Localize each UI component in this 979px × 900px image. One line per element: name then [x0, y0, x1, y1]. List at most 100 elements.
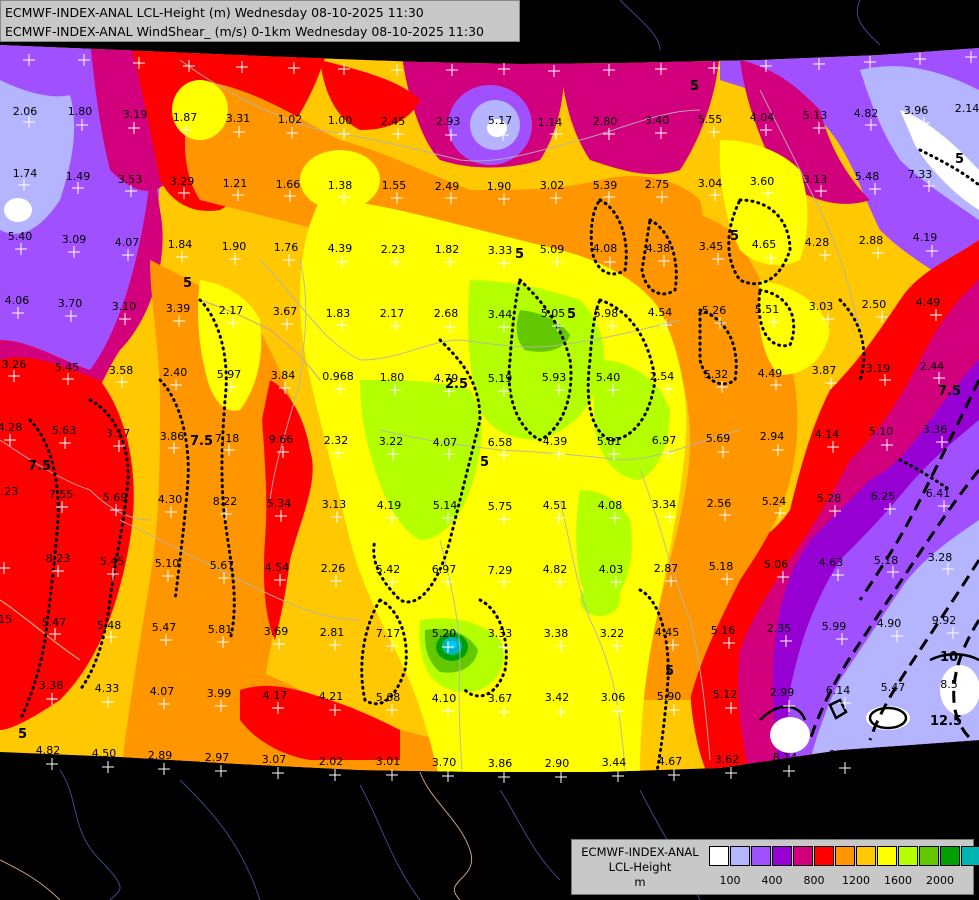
grid-value-label: 2.87 [654, 562, 679, 575]
grid-value-label: 2.45 [381, 115, 406, 128]
grid-value-label: 3.22 [600, 627, 625, 640]
grid-value-label: 4.14 [815, 428, 840, 441]
grid-value-label: 4.49 [916, 296, 941, 309]
grid-value-label: 3.53 [118, 173, 143, 186]
grid-value-label: 4.19 [377, 499, 402, 512]
grid-value-label: 4.07 [150, 685, 175, 698]
grid-value-label: 3.96 [904, 104, 929, 117]
legend-swatch [856, 846, 876, 866]
grid-value-label: 9.92 [932, 614, 957, 627]
grid-value-label: 3.07 [262, 753, 287, 766]
grid-value-label: 5.93 [542, 371, 567, 384]
grid-value-label: 2.06 [13, 105, 38, 118]
grid-value-label: 2.26 [321, 562, 346, 575]
grid-value-label: 8.22 [213, 495, 238, 508]
grid-value-label: 3.36 [923, 423, 948, 436]
grid-value-label: 1.38 [328, 179, 353, 192]
grid-value-label: 1.49 [66, 170, 91, 183]
grid-value-label: 4.21 [319, 690, 344, 703]
grid-value-label: 3.40 [645, 114, 670, 127]
grid-value-label: 1.55 [382, 179, 407, 192]
grid-value-label: 6.25 [871, 490, 896, 503]
grid-value-label: 4.39 [328, 242, 353, 255]
grid-value-label: 2.94 [760, 430, 785, 443]
legend-swatch [751, 846, 771, 866]
legend-parameter: LCL-Height [608, 860, 672, 874]
grid-value-label: 4.07 [115, 236, 140, 249]
grid-value-label: 5.97 [217, 368, 242, 381]
grid-value-label: 3.23 [0, 485, 18, 498]
legend-swatch [814, 846, 834, 866]
grid-value-label: 1.80 [68, 105, 93, 118]
grid-value-label: 4.03 [599, 563, 624, 576]
grid-value-label: 1.90 [222, 240, 247, 253]
grid-value-label: 3.04 [698, 177, 723, 190]
grid-value-label: 3.10 [112, 300, 137, 313]
grid-value-label: 6.97 [652, 434, 677, 447]
grid-value-label: 1.90 [487, 180, 512, 193]
title-lcl-height: ECMWF-INDEX-ANAL LCL-Height (m) Wednesda… [5, 5, 424, 20]
grid-value-label: 5.47 [881, 681, 906, 694]
legend-tick: 1600 [884, 874, 912, 887]
grid-value-label: 1.83 [326, 307, 351, 320]
grid-value-label: 5.45 [100, 555, 125, 568]
grid-value-label: 4.08 [593, 242, 618, 255]
grid-value-label: 2.32 [324, 434, 349, 447]
grid-value-label: 9.16 [829, 748, 854, 761]
lcl-height-map[interactable]: 2.06 1.80 3.19 1.87 3.31 1.02 1.00 2.45 2.93 5.17… [0, 0, 979, 900]
color-legend: ECMWF-INDEX-ANAL LCL-Height m 100 400 80… [571, 839, 979, 895]
grid-value-label: 5.40 [596, 371, 621, 384]
grid-value-label: 5.55 [698, 113, 723, 126]
grid-value-label: 3.03 [809, 300, 834, 313]
contour-label: 5 [730, 229, 739, 244]
grid-value-label: 4.17 [263, 689, 288, 702]
grid-value-label: 5.47 [42, 616, 67, 629]
contour-label: 7.5 [938, 384, 961, 399]
grid-value-label: 4.04 [750, 111, 775, 124]
grid-value-label: 5.19 [488, 372, 513, 385]
grid-value-label: 8.5 [940, 678, 958, 691]
grid-value-label: 4.82 [36, 744, 61, 757]
grid-value-label: 2.23 [381, 243, 406, 256]
grid-value-label: 3.70 [58, 297, 83, 310]
grid-value-label: 1.21 [223, 177, 248, 190]
grid-value-label: 5.48 [855, 170, 880, 183]
grid-value-label: 4.19 [913, 231, 938, 244]
grid-value-label: 5.12 [713, 688, 738, 701]
grid-value-label: 3.44 [488, 308, 513, 321]
grid-value-label: 5.81 [208, 623, 233, 636]
grid-value-label: 3.42 [545, 691, 570, 704]
grid-value-label: 2.75 [645, 178, 670, 191]
grid-value-label: 7.18 [215, 432, 240, 445]
legend-tick: 100 [719, 874, 741, 887]
grid-value-label: 3.19 [123, 108, 148, 121]
grid-value-label: 2.88 [859, 234, 884, 247]
grid-value-label: 2.68 [434, 307, 459, 320]
grid-value-label: 2.97 [205, 751, 230, 764]
grid-value-label: 8.14 [773, 751, 798, 764]
grid-value-label: 5.69 [706, 432, 731, 445]
title-windshear: ECMWF-INDEX-ANAL WindShear_ (m/s) 0-1km … [5, 24, 484, 39]
grid-value-label: 2.54 [650, 370, 675, 383]
grid-value-label: 1.14 [538, 116, 563, 129]
grid-value-label: 5.16 [711, 624, 736, 637]
grid-value-label: 5.10 [869, 425, 894, 438]
grid-value-label: 5.42 [376, 563, 401, 576]
grid-value-label: 3.06 [601, 691, 626, 704]
grid-value-label: 5.51 [755, 303, 780, 316]
contour-label: 7.5 [28, 459, 51, 474]
grid-value-label: 1.84 [168, 238, 193, 251]
grid-value-label: 3.38 [39, 679, 64, 692]
grid-value-label: 3.87 [812, 364, 837, 377]
grid-value-label: 4.07 [433, 436, 458, 449]
grid-value-label: 1.02 [278, 113, 303, 126]
grid-value-label: 4.67 [658, 755, 683, 768]
grid-value-label: 5.81 [597, 435, 622, 448]
contour-label: 10 [940, 650, 958, 665]
legend-tick: 1200 [842, 874, 870, 887]
grid-value-label: 2.80 [593, 115, 618, 128]
grid-value-label: 5.18 [709, 560, 734, 573]
grid-value-label: 4.06 [5, 294, 30, 307]
grid-value-label: 1.80 [380, 371, 405, 384]
grid-value-label: 4.65 [752, 238, 777, 251]
